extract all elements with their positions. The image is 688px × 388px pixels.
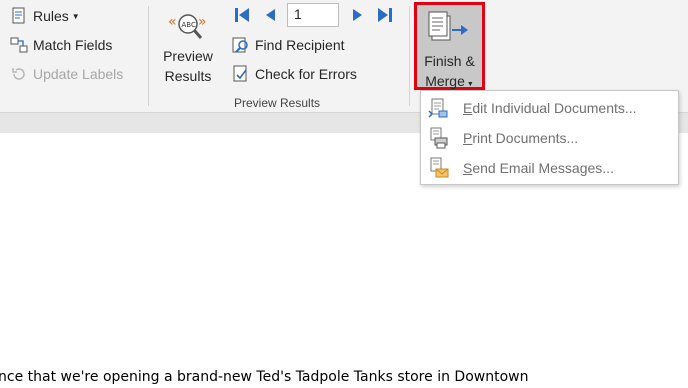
menu-item-send-email-messages[interactable]: Send Email Messages... [421,153,678,183]
menu-item-text: rint Documents... [472,130,579,146]
check-errors-label: Check for Errors [255,66,357,82]
menu-item-label: Print Documents... [463,130,578,146]
menu-item-edit-individual-documents[interactable]: Edit Individual Documents... [421,93,678,123]
menu-item-label: Send Email Messages... [463,160,614,176]
svg-text:«: « [168,14,177,30]
group-separator [409,6,410,106]
menu-item-print-documents[interactable]: Print Documents... [421,123,678,153]
rules-button[interactable]: Rules ▼ [10,7,80,25]
menu-item-text: dit Individual Documents... [472,100,637,116]
finish-merge-icon [428,10,472,55]
update-labels-button[interactable]: Update Labels [10,65,123,83]
rules-label: Rules [33,8,69,24]
finish-and-merge-button[interactable]: Finish & Merge ▼ [414,2,485,90]
send-email-icon [427,157,449,179]
last-record-button[interactable] [376,6,394,24]
group-separator [148,6,149,106]
finish-merge-label-2: Merge [425,73,465,89]
first-record-icon [235,8,249,22]
find-recipient-label: Find Recipient [255,37,345,53]
preview-results-label-2: Results [164,68,212,84]
finish-merge-dropdown: Edit Individual Documents... Print Docum… [420,90,679,185]
edit-documents-icon [427,97,449,119]
document-body-text: nce that we're opening a brand-new Ted's… [0,369,529,385]
preview-abc-icon: « ABC » [155,10,221,46]
menu-item-label: Edit Individual Documents... [463,100,637,116]
print-documents-icon [427,127,449,149]
svg-text:»: » [198,14,207,30]
check-errors-icon [232,65,250,83]
accelerator-key: S [463,160,473,176]
rules-icon [10,7,28,25]
preview-results-button[interactable]: « ABC » Preview Results [155,10,221,86]
match-fields-label: Match Fields [33,37,113,53]
next-record-icon [353,9,362,21]
next-record-button[interactable] [349,6,367,24]
find-recipient-icon [232,36,250,54]
match-fields-icon [10,36,28,54]
chevron-down-icon: ▼ [466,81,474,88]
first-record-button[interactable] [233,6,251,24]
accelerator-key: P [463,130,473,146]
previous-record-button[interactable] [261,6,279,24]
chevron-down-icon: ▼ [71,11,80,21]
previous-record-icon [266,9,275,21]
preview-results-label-1: Preview [163,48,213,64]
find-recipient-button[interactable]: Find Recipient [232,36,345,54]
svg-text:ABC: ABC [182,21,196,29]
finish-merge-label-1: Finish & [424,53,475,69]
update-labels-icon [10,65,28,83]
check-for-errors-button[interactable]: Check for Errors [232,65,357,83]
accelerator-key: E [463,100,473,116]
record-number-input[interactable]: 1 [287,3,339,27]
last-record-icon [378,8,392,22]
finish-merge-text: Finish & Merge ▼ [417,51,482,95]
match-fields-button[interactable]: Match Fields [10,36,112,54]
update-labels-label: Update Labels [33,66,124,82]
menu-item-text: end Email Messages... [472,160,614,176]
preview-results-group-label: Preview Results [234,96,321,110]
